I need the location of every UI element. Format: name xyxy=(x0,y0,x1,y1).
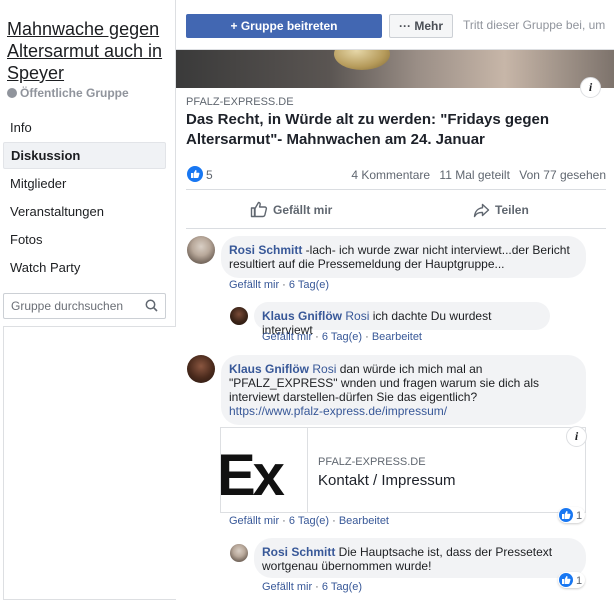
group-action-bar: + Gruppe beitreten ··· Mehr Tritt dieser… xyxy=(176,0,614,50)
plus-icon: + xyxy=(230,19,241,33)
actions-divider xyxy=(186,228,606,229)
comment-author[interactable]: Rosi Schmitt xyxy=(229,243,302,257)
comment-author[interactable]: Klaus Gniflöw xyxy=(262,309,342,323)
avatar-rosi-schmitt[interactable] xyxy=(230,544,248,562)
group-search xyxy=(3,293,166,319)
share-count[interactable]: 11 Mal geteilt xyxy=(439,168,509,182)
comment-meta: Gefällt mir · 6 Tag(e) · Bearbeitet xyxy=(229,515,389,527)
comment-like-link[interactable]: Gefällt mir xyxy=(229,515,279,527)
group-search-input[interactable] xyxy=(4,294,134,318)
comment-meta: Gefällt mir · 6 Tag(e) · Bearbeitet xyxy=(262,331,422,343)
comment-url[interactable]: https://www.pfalz-express.de/impressum/ xyxy=(229,404,447,418)
like-reaction-icon xyxy=(559,508,573,522)
comment-like-link[interactable]: Gefällt mir xyxy=(229,279,279,291)
more-button[interactable]: ··· Mehr xyxy=(389,14,453,38)
like-button[interactable]: Gefällt mir xyxy=(250,193,332,227)
link-preview-logo: Ex xyxy=(221,428,308,512)
nav-item-photos[interactable]: Fotos xyxy=(3,226,166,253)
comment-bubble: Rosi Schmitt -lach- ich wurde zwar nicht… xyxy=(221,236,586,278)
comment-bubble: Rosi Schmitt Die Hauptsache ist, dass de… xyxy=(254,538,586,578)
nav-item-watch-party[interactable]: Watch Party xyxy=(3,254,166,281)
more-dots-icon: ··· xyxy=(399,19,415,33)
link-preview-card[interactable]: Ex PFALZ-EXPRESS.DE Kontakt / Impressum xyxy=(220,427,586,513)
nav-item-discussion[interactable]: Diskussion xyxy=(3,142,166,169)
group-privacy-label: Öffentliche Gruppe xyxy=(7,86,129,100)
nav-item-members[interactable]: Mitglieder xyxy=(3,170,166,197)
join-group-label: Gruppe beitreten xyxy=(240,19,338,33)
link-domain: PFALZ-EXPRESS.DE xyxy=(186,96,294,108)
reaction-count: 1 xyxy=(576,510,583,522)
share-button-label: Teilen xyxy=(495,203,529,217)
nav-item-info[interactable]: Info xyxy=(3,114,166,141)
comment-reaction[interactable]: 1 xyxy=(558,507,586,523)
like-count[interactable]: 5 xyxy=(206,168,213,182)
comment-like-link[interactable]: Gefällt mir xyxy=(262,581,312,593)
comment-time[interactable]: 6 Tag(e) xyxy=(322,331,362,343)
comment-mention[interactable]: Rosi xyxy=(345,309,369,323)
more-label: Mehr xyxy=(414,19,443,33)
comment-like-link[interactable]: Gefällt mir xyxy=(262,331,312,343)
like-reaction-icon[interactable] xyxy=(187,166,203,182)
group-nav: Info Diskussion Mitglieder Veranstaltung… xyxy=(3,114,166,282)
nav-item-events[interactable]: Veranstaltungen xyxy=(3,198,166,225)
post-actions: Gefällt mir Teilen xyxy=(186,193,606,227)
link-title[interactable]: Das Recht, in Würde alt zu werden: "Frid… xyxy=(186,110,604,150)
like-button-label: Gefällt mir xyxy=(273,203,333,217)
coin-image xyxy=(334,50,390,70)
preview-title: Kontakt / Impressum xyxy=(318,472,456,489)
comment-time[interactable]: 6 Tag(e) xyxy=(289,515,329,527)
like-reaction-icon xyxy=(559,573,573,587)
post-stats: 5 4 Kommentare 11 Mal geteilt Von 77 ges… xyxy=(186,165,606,185)
search-icon[interactable] xyxy=(145,299,158,312)
comment-edited[interactable]: Bearbeitet xyxy=(372,331,422,343)
comment-reaction[interactable]: 1 xyxy=(558,572,586,588)
info-icon[interactable]: i xyxy=(566,426,587,447)
link-preview-image[interactable] xyxy=(176,50,614,88)
post-stats-right: 4 Kommentare 11 Mal geteilt Von 77 geseh… xyxy=(345,168,606,182)
join-group-button[interactable]: + Gruppe beitreten xyxy=(186,14,382,38)
avatar-klaus-gniflow[interactable] xyxy=(230,307,248,325)
avatar-rosi-schmitt[interactable] xyxy=(187,236,215,264)
thumbs-up-icon xyxy=(250,201,268,218)
comment-time[interactable]: 6 Tag(e) xyxy=(322,581,362,593)
join-hint: Tritt dieser Gruppe bei, um xyxy=(463,18,606,32)
comment-mention[interactable]: Rosi xyxy=(312,362,336,376)
comment-meta: Gefällt mir · 6 Tag(e) xyxy=(262,581,363,593)
comment-meta: Gefällt mir · 6 Tag(e) xyxy=(229,279,330,291)
group-sidebar: Mahnwache gegen Altersarmut auch in Spey… xyxy=(0,0,176,600)
share-button[interactable]: Teilen xyxy=(473,193,529,227)
comment-time[interactable]: 6 Tag(e) xyxy=(289,279,329,291)
comment-author[interactable]: Rosi Schmitt xyxy=(262,545,335,559)
comment-edited[interactable]: Bearbeitet xyxy=(339,515,389,527)
comment-bubble: Klaus Gniflöw Rosi dan würde ich mich ma… xyxy=(221,355,586,425)
group-type-text: Öffentliche Gruppe xyxy=(20,86,129,100)
group-title[interactable]: Mahnwache gegen Altersarmut auch in Spey… xyxy=(7,18,172,84)
share-arrow-icon xyxy=(473,203,490,218)
preview-domain: PFALZ-EXPRESS.DE xyxy=(318,456,426,468)
comment-bubble: Klaus Gniflöw Rosi ich dachte Du wurdest… xyxy=(254,302,550,337)
reaction-count: 1 xyxy=(576,575,583,587)
globe-icon xyxy=(7,88,17,98)
comment-author[interactable]: Klaus Gniflöw xyxy=(229,362,309,376)
seen-count[interactable]: Von 77 gesehen xyxy=(519,168,606,182)
logo-text: Ex xyxy=(221,443,285,508)
sidebar-panel xyxy=(3,326,176,600)
info-icon[interactable]: i xyxy=(580,77,601,98)
stats-divider xyxy=(186,189,606,190)
avatar-klaus-gniflow[interactable] xyxy=(187,355,215,383)
comment-count[interactable]: 4 Kommentare xyxy=(351,168,430,182)
